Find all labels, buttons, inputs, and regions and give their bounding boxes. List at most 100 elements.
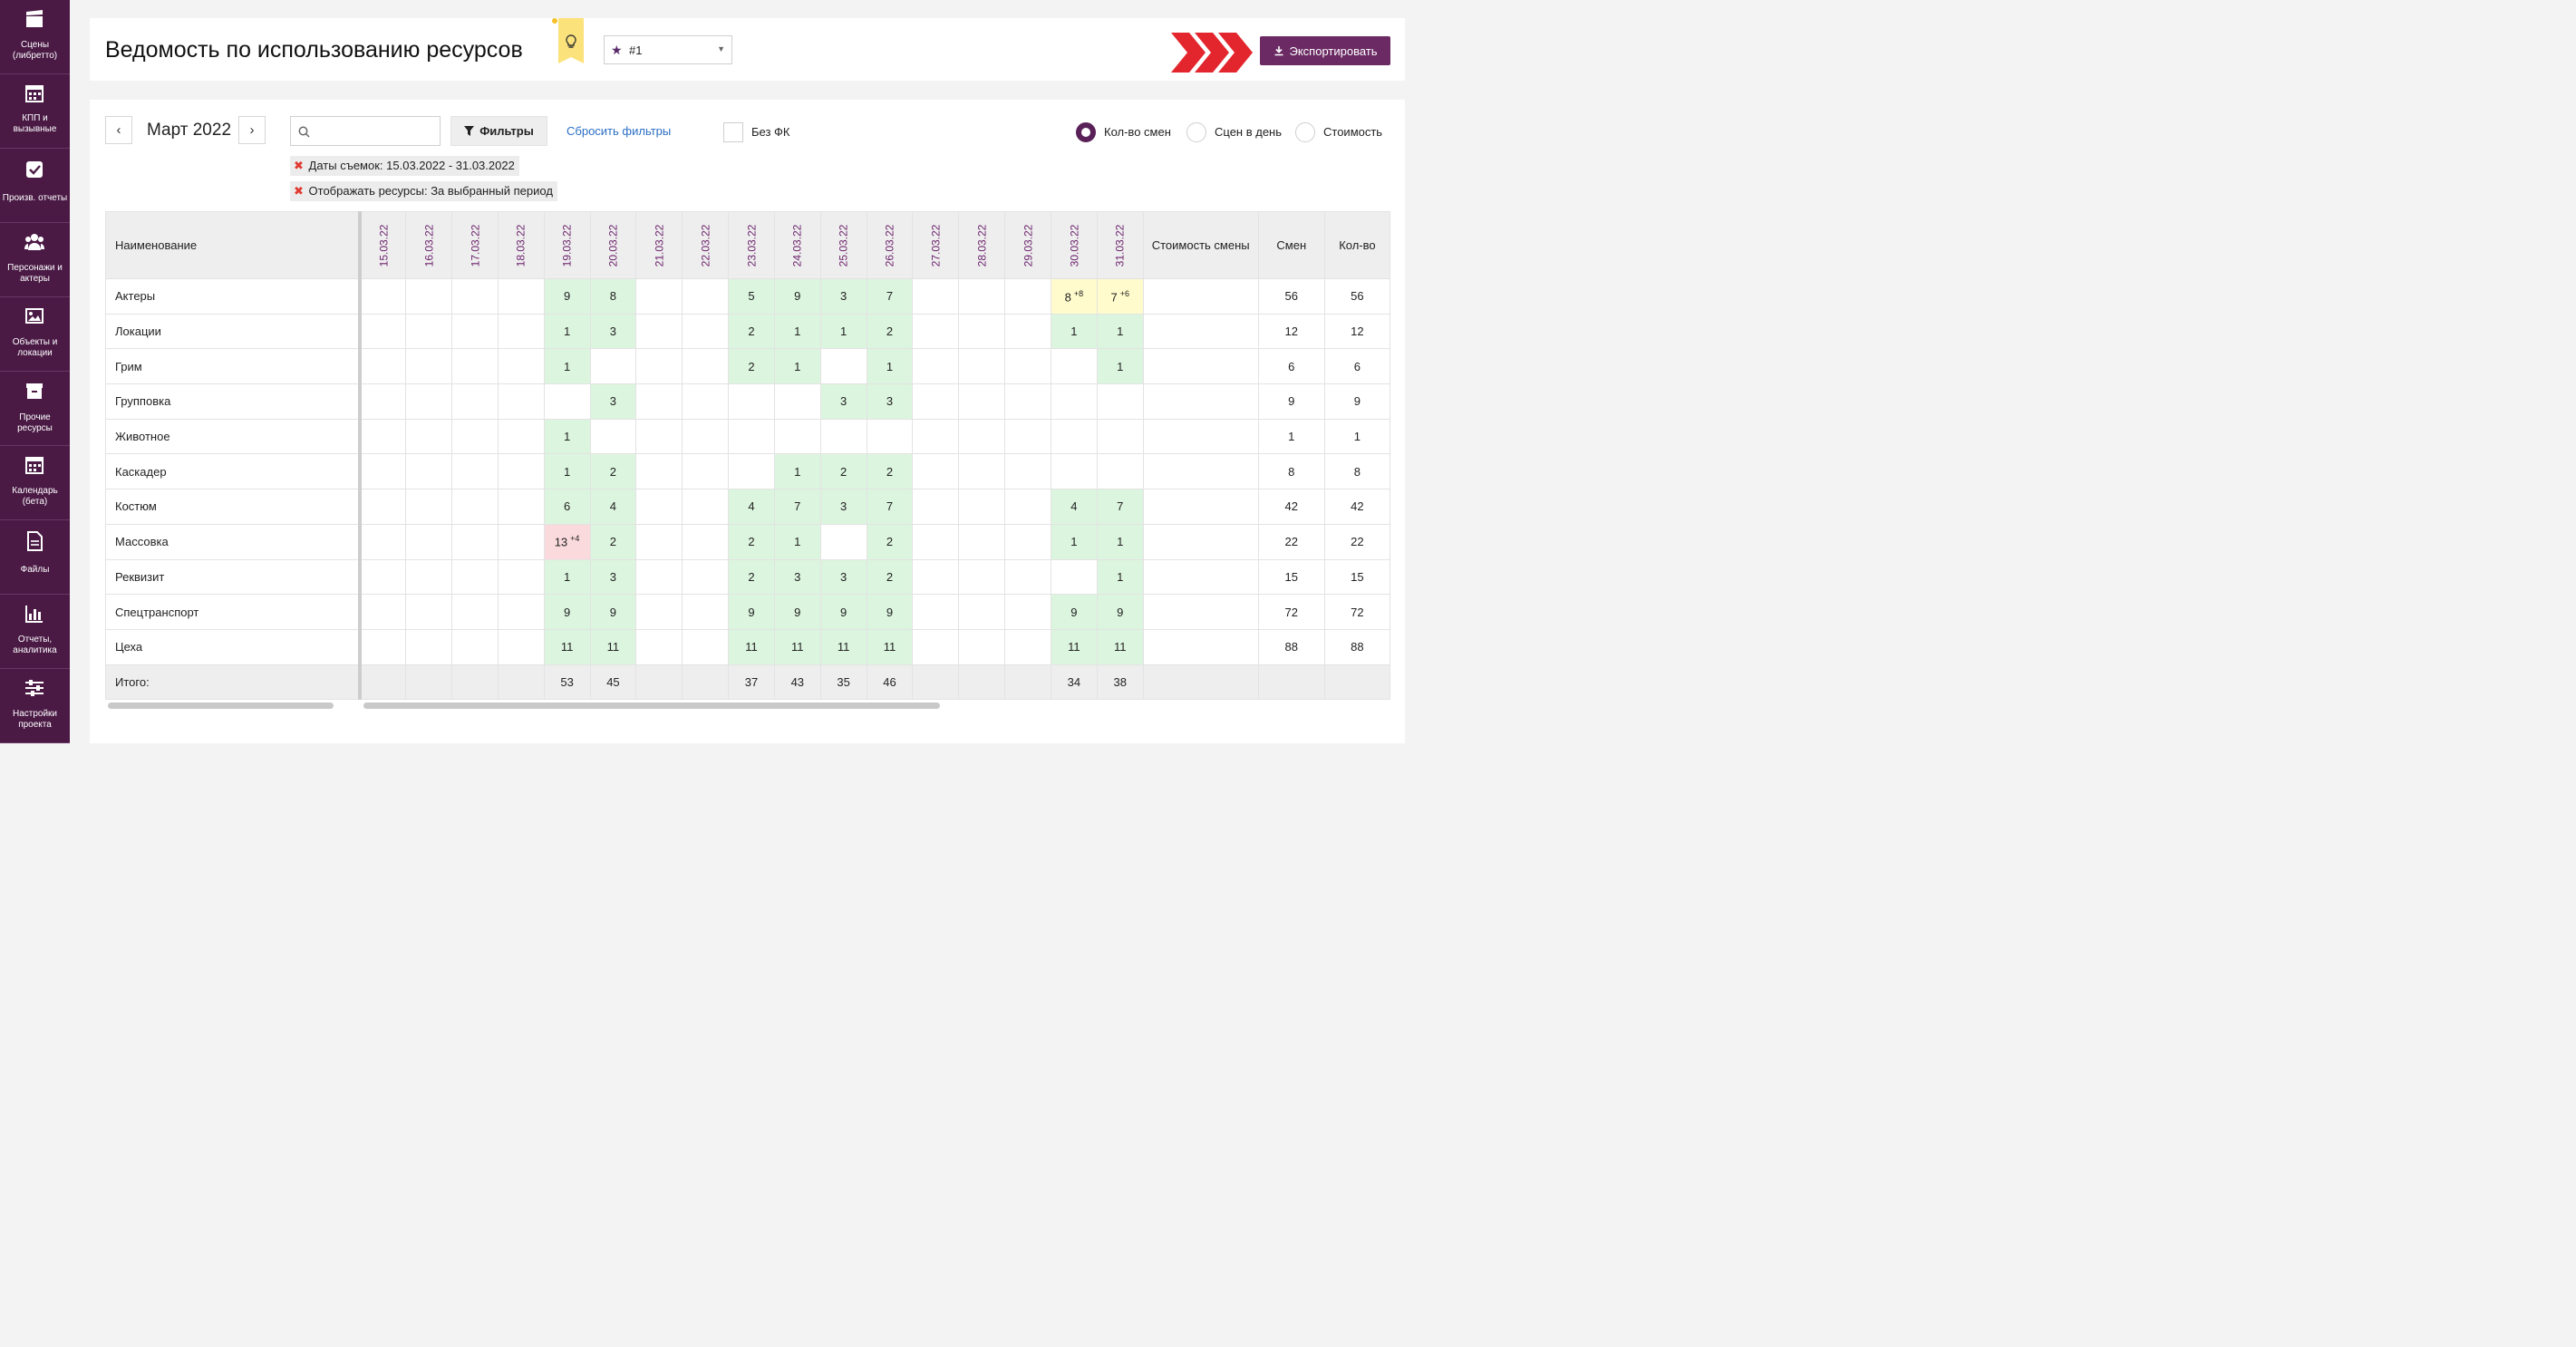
table-cell[interactable] — [958, 418, 1006, 455]
table-cell[interactable] — [359, 453, 407, 490]
table-cell[interactable] — [912, 313, 960, 350]
table-cell[interactable]: 11 — [819, 628, 867, 665]
column-header-date[interactable]: 27.03.22 — [912, 211, 960, 279]
table-cell[interactable] — [1050, 453, 1098, 490]
sidebar-item-5[interactable]: Объекты и локации — [0, 297, 70, 372]
table-cell[interactable] — [497, 489, 545, 525]
table-cell[interactable]: 11 — [728, 628, 775, 665]
table-cell[interactable] — [359, 523, 407, 560]
column-header-date[interactable]: 17.03.22 — [450, 211, 499, 279]
table-cell[interactable]: 2 — [819, 453, 867, 490]
table-cell[interactable] — [359, 418, 407, 455]
table-cell[interactable]: 11 — [589, 628, 637, 665]
table-cell[interactable] — [589, 418, 637, 455]
table-cell[interactable]: 2 — [866, 313, 914, 350]
radio-shift-count[interactable] — [1076, 122, 1096, 142]
table-cell[interactable] — [359, 383, 407, 420]
table-cell[interactable]: 9 — [1050, 594, 1098, 630]
table-cell[interactable] — [635, 594, 683, 630]
table-cell[interactable] — [912, 523, 960, 560]
table-cell[interactable] — [359, 628, 407, 665]
table-cell[interactable]: 4 — [728, 489, 775, 525]
table-cell[interactable] — [819, 348, 867, 385]
table-cell[interactable] — [912, 558, 960, 596]
table-cell[interactable] — [497, 523, 545, 560]
column-header-date[interactable]: 16.03.22 — [405, 211, 452, 279]
table-cell[interactable] — [958, 453, 1006, 490]
table-cell[interactable] — [728, 453, 775, 490]
table-cell[interactable] — [912, 278, 960, 315]
table-cell[interactable] — [912, 628, 960, 665]
table-cell[interactable] — [1004, 523, 1051, 560]
table-cell[interactable] — [1050, 558, 1098, 596]
table-cell[interactable] — [450, 523, 499, 560]
table-cell[interactable] — [819, 418, 867, 455]
table-cell[interactable]: 3 — [819, 278, 867, 315]
table-cell[interactable]: 1 — [866, 348, 914, 385]
table-cell[interactable] — [497, 453, 545, 490]
table-cell[interactable] — [497, 558, 545, 596]
table-cell[interactable]: 7 +6 — [1096, 278, 1144, 315]
table-cell[interactable]: 11 — [866, 628, 914, 665]
table-cell[interactable] — [1004, 453, 1051, 490]
table-cell[interactable]: 7 — [1096, 489, 1144, 525]
table-cell[interactable] — [682, 348, 730, 385]
table-cell[interactable] — [728, 383, 775, 420]
search-input[interactable] — [315, 119, 440, 145]
table-cell[interactable] — [450, 558, 499, 596]
table-cell[interactable] — [359, 278, 407, 315]
table-cell[interactable] — [635, 418, 683, 455]
table-cell[interactable]: 1 — [1050, 313, 1098, 350]
table-cell[interactable]: 1 — [543, 558, 591, 596]
table-cell[interactable]: 9 — [773, 594, 821, 630]
table-cell[interactable]: 3 — [589, 383, 637, 420]
table-cell[interactable]: 3 — [773, 558, 821, 596]
table-cell[interactable] — [958, 348, 1006, 385]
table-cell[interactable] — [912, 383, 960, 420]
table-cell[interactable]: 3 — [819, 489, 867, 525]
table-cell[interactable] — [359, 313, 407, 350]
sidebar-item-7[interactable]: Календарь (бета) — [0, 446, 70, 520]
table-cell[interactable] — [1004, 594, 1051, 630]
table-cell[interactable] — [866, 418, 914, 455]
table-cell[interactable] — [405, 278, 452, 315]
table-cell[interactable]: 4 — [589, 489, 637, 525]
table-cell[interactable]: 8 — [589, 278, 637, 315]
table-cell[interactable] — [450, 348, 499, 385]
table-cell[interactable] — [682, 278, 730, 315]
table-cell[interactable] — [359, 489, 407, 525]
search-field[interactable] — [290, 116, 441, 146]
table-cell[interactable] — [958, 383, 1006, 420]
column-header-date[interactable]: 22.03.22 — [682, 211, 730, 279]
table-cell[interactable] — [405, 628, 452, 665]
table-cell[interactable]: 7 — [866, 278, 914, 315]
column-header-name[interactable]: Наименование — [104, 211, 362, 279]
sidebar-item-4[interactable]: Персонажи и актеры — [0, 223, 70, 297]
column-header-date[interactable]: 15.03.22 — [359, 211, 407, 279]
table-cell[interactable]: 1 — [773, 453, 821, 490]
name-column-scrollbar[interactable] — [108, 703, 334, 709]
table-cell[interactable] — [819, 523, 867, 560]
table-cell[interactable] — [359, 594, 407, 630]
table-cell[interactable] — [958, 523, 1006, 560]
table-cell[interactable] — [912, 489, 960, 525]
sidebar-item-6[interactable]: Прочие ресурсы — [0, 372, 70, 446]
radio-cost[interactable] — [1295, 122, 1315, 142]
table-cell[interactable] — [912, 418, 960, 455]
table-cell[interactable] — [773, 383, 821, 420]
table-cell[interactable]: 1 — [543, 418, 591, 455]
table-cell[interactable]: 7 — [773, 489, 821, 525]
table-cell[interactable] — [682, 628, 730, 665]
table-cell[interactable] — [450, 453, 499, 490]
column-header-date[interactable]: 29.03.22 — [1004, 211, 1051, 279]
table-cell[interactable] — [450, 383, 499, 420]
table-cell[interactable] — [682, 313, 730, 350]
table-cell[interactable] — [1004, 313, 1051, 350]
table-cell[interactable]: 1 — [543, 453, 591, 490]
column-header-date[interactable]: 23.03.22 — [728, 211, 775, 279]
table-cell[interactable] — [682, 489, 730, 525]
table-cell[interactable]: 9 — [1096, 594, 1144, 630]
table-cell[interactable] — [405, 313, 452, 350]
table-cell[interactable]: 11 — [1050, 628, 1098, 665]
table-cell[interactable]: 9 — [819, 594, 867, 630]
